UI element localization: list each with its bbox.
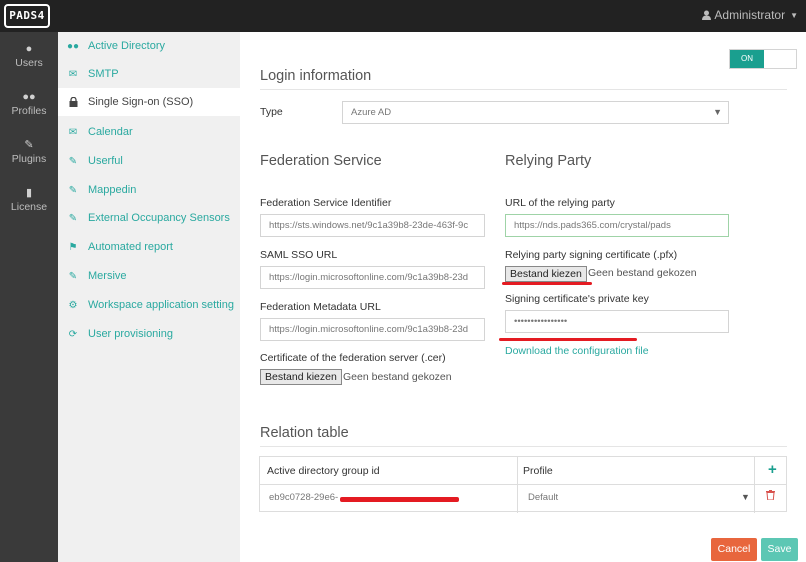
users-icon: ●● <box>22 91 36 103</box>
rail-item-license[interactable]: ▮ License <box>0 186 58 226</box>
federation-metadata-url-input[interactable]: https://login.microsoftonline.com/9c1a39… <box>260 318 485 341</box>
gear-icon: ⚙ <box>68 299 78 311</box>
relation-table-heading: Relation table <box>260 425 349 441</box>
lock-icon <box>67 96 79 108</box>
plug-icon: ✎ <box>68 212 78 224</box>
red-annotation-underline <box>502 282 592 285</box>
private-key-input[interactable]: •••••••••••••••• <box>505 310 729 333</box>
section-divider <box>260 89 787 90</box>
plug-icon: ✎ <box>24 139 34 151</box>
rail-label: Users <box>15 57 43 69</box>
relying-party-heading: Relying Party <box>505 153 592 169</box>
users-icon: ●● <box>66 40 80 52</box>
submenu-item-mersive[interactable]: ✎ Mersive <box>58 262 240 290</box>
column-header-profile: Profile <box>523 465 553 477</box>
submenu-item-automated-report[interactable]: ⚑ Automated report <box>58 233 240 261</box>
relying-party-cert-file-button[interactable]: Bestand kiezen <box>505 266 587 282</box>
relying-party-cert-label: Relying party signing certificate (.pfx) <box>505 249 678 261</box>
user-icon <box>702 10 712 20</box>
private-key-label: Signing certificate's private key <box>505 293 649 305</box>
trash-icon[interactable] <box>766 490 775 503</box>
red-annotation-underline <box>499 338 637 341</box>
envelope-icon: ✉ <box>68 68 78 80</box>
download-configuration-link[interactable]: Download the configuration file <box>505 345 649 357</box>
relation-table: Active directory group id Profile + eb9c… <box>259 456 787 513</box>
federation-identifier-input[interactable]: https://sts.windows.net/9c1a39b8-23de-46… <box>260 214 485 237</box>
submenu-label: Mersive <box>88 270 127 282</box>
submenu-label: Userful <box>88 155 123 167</box>
rail-item-plugins[interactable]: ✎ Plugins <box>0 138 58 178</box>
column-header-group-id: Active directory group id <box>267 465 380 477</box>
submenu-label: Automated report <box>88 241 173 253</box>
submenu-item-workspace-setting[interactable]: ⚙ Workspace application setting <box>58 291 240 319</box>
toggle-on-label: ON <box>730 50 764 68</box>
type-select-value: Azure AD <box>351 107 392 118</box>
saml-sso-url-label: SAML SSO URL <box>260 249 338 261</box>
submenu-label: External Occupancy Sensors <box>88 212 230 224</box>
submenu-label: Mappedin <box>88 184 137 196</box>
user-menu[interactable]: Administrator ▼ <box>702 8 798 22</box>
submenu-label: Active Directory <box>88 40 166 52</box>
federation-service-heading: Federation Service <box>260 153 382 169</box>
submenu-item-smtp[interactable]: ✉ SMTP <box>58 60 240 88</box>
refresh-icon: ⟳ <box>68 328 78 340</box>
plug-icon: ✎ <box>68 270 78 282</box>
plug-icon: ✎ <box>68 184 78 196</box>
column-divider <box>517 457 518 513</box>
chevron-down-icon[interactable]: ▼ <box>741 492 750 502</box>
relying-party-cert-file-status: Geen bestand gekozen <box>588 267 697 279</box>
row-divider <box>260 484 786 485</box>
saml-sso-url-input[interactable]: https://login.microsoftonline.com/9c1a39… <box>260 266 485 289</box>
rail-item-profiles[interactable]: ●● Profiles <box>0 90 58 130</box>
caret-down-icon: ▼ <box>790 10 798 20</box>
submenu-item-calendar[interactable]: ✉ Calendar <box>58 118 240 146</box>
submenu-item-sso[interactable]: Single Sign-on (SSO) <box>58 88 240 116</box>
bookmark-icon: ▮ <box>25 187 33 199</box>
submenu-label: User provisioning <box>88 328 173 340</box>
submenu-item-userful[interactable]: ✎ Userful <box>58 147 240 175</box>
submenu-label: Calendar <box>88 126 133 138</box>
submenu-item-user-provisioning[interactable]: ⟳ User provisioning <box>58 320 240 348</box>
user-name: Administrator <box>714 8 786 22</box>
submenu-item-occupancy-sensors[interactable]: ✎ External Occupancy Sensors <box>58 204 240 232</box>
user-icon: ● <box>25 43 33 55</box>
add-row-icon[interactable]: + <box>768 461 777 478</box>
federation-cert-label: Certificate of the federation server (.c… <box>260 352 446 364</box>
save-button[interactable]: Save <box>761 538 798 561</box>
group-id-cell[interactable]: eb9c0728-29e6- <box>269 492 338 503</box>
cancel-button[interactable]: Cancel <box>711 538 757 561</box>
section-divider <box>260 446 787 447</box>
rail-label: Profiles <box>11 105 47 117</box>
federation-identifier-label: Federation Service Identifier <box>260 197 392 209</box>
chevron-down-icon: ▼ <box>713 107 722 117</box>
column-divider <box>754 457 755 513</box>
settings-submenu: ●● Active Directory ✉ SMTP Single Sign-on … <box>58 32 240 562</box>
submenu-label: Workspace application setting <box>88 299 234 311</box>
sso-enable-toggle[interactable]: ON <box>729 49 797 69</box>
submenu-label: Single Sign-on (SSO) <box>88 96 194 108</box>
federation-cert-file-status: Geen bestand gekozen <box>343 371 452 383</box>
submenu-item-mappedin[interactable]: ✎ Mappedin <box>58 176 240 204</box>
federation-cert-file-button[interactable]: Bestand kiezen <box>260 369 342 385</box>
pads4-logo[interactable]: PADS4 <box>4 4 50 28</box>
rail-item-users[interactable]: ● Users <box>0 42 58 82</box>
profile-select[interactable]: Default <box>528 492 558 503</box>
federation-metadata-url-label: Federation Metadata URL <box>260 301 381 313</box>
rail-label: License <box>10 201 48 213</box>
login-information-heading: Login information <box>260 68 372 84</box>
plug-icon: ✎ <box>68 155 78 167</box>
flag-icon: ⚑ <box>68 241 78 253</box>
submenu-label: SMTP <box>88 68 119 80</box>
rail-label: Plugins <box>11 153 47 165</box>
type-label: Type <box>260 106 283 118</box>
type-select[interactable]: Azure AD ▼ <box>342 101 729 124</box>
redaction-mark <box>340 497 459 502</box>
submenu-item-active-directory[interactable]: ●● Active Directory <box>58 32 240 60</box>
icon-rail: ● Users ●● Profiles ✎ Plugins ▮ License <box>0 32 58 562</box>
relying-party-url-label: URL of the relying party <box>505 197 615 209</box>
envelope-outline-icon: ✉ <box>68 126 78 138</box>
relying-party-url-input[interactable]: https://nds.pads365.com/crystal/pads <box>505 214 729 237</box>
top-bar: PADS4 Administrator ▼ <box>0 0 806 32</box>
